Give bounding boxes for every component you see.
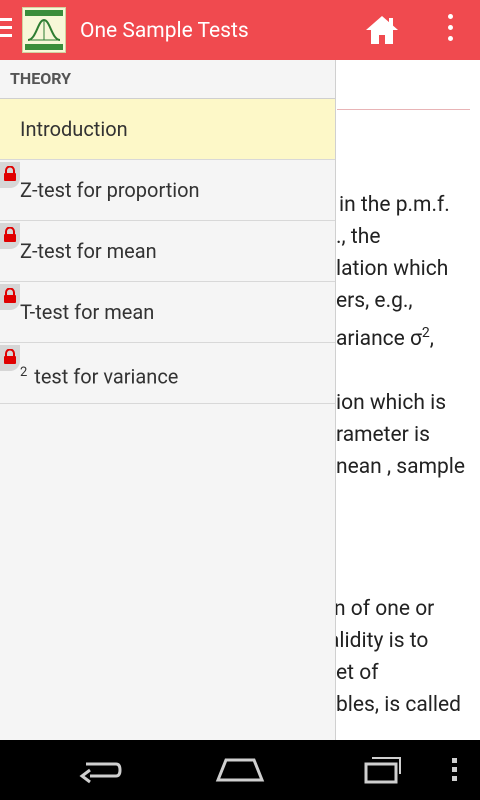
home-nav-icon[interactable] (214, 754, 266, 786)
content-line: ariance σ (336, 327, 422, 351)
drawer-item-label: Z-test for mean (20, 239, 157, 263)
system-nav-bar (0, 740, 480, 800)
navigation-drawer: THEORY Introduction Z-test for proportio… (0, 60, 336, 740)
lock-icon (0, 223, 20, 249)
logo-top-band (25, 10, 63, 16)
app-bar: One Sample Tests (0, 0, 480, 60)
overflow-menu-icon[interactable] (444, 14, 456, 46)
drawer-item-z-test-proportion[interactable]: Z-test for proportion (0, 160, 335, 221)
content-line: ., the (336, 225, 381, 249)
content-line: on of one or (322, 597, 435, 621)
content-line: ers, e.g., (336, 289, 413, 313)
back-icon[interactable] (76, 754, 124, 786)
content-divider (337, 109, 470, 110)
comma: , (429, 327, 434, 351)
drawer-item-chi-square-variance[interactable]: 2 test for variance (0, 343, 335, 404)
content-line: ion which is (336, 391, 447, 415)
drawer-item-z-test-mean[interactable]: Z-test for mean (0, 221, 335, 282)
nav-overflow-icon[interactable] (452, 758, 458, 781)
app-title: One Sample Tests (80, 19, 249, 43)
superscript: 2 (421, 325, 430, 341)
home-icon[interactable] (364, 14, 400, 46)
content-line: et of (336, 661, 379, 685)
content-line: g in the p.m.f. (322, 193, 450, 217)
content-line: alidity is to (328, 629, 429, 653)
drawer-item-label: Introduction (20, 117, 128, 141)
content-line-variance: ariance σ2, (336, 317, 434, 355)
menu-icon[interactable] (0, 18, 14, 42)
superscript: 2 (20, 365, 28, 380)
content-line: rameter is (336, 423, 430, 447)
drawer-item-t-test-mean[interactable]: T-test for mean (0, 282, 335, 343)
app-logo[interactable] (22, 7, 66, 53)
recent-apps-icon[interactable] (356, 754, 404, 786)
bell-curve-icon (27, 18, 61, 41)
lock-icon (0, 345, 20, 371)
lock-icon (0, 284, 20, 310)
content-line: lation which (336, 257, 449, 281)
drawer-item-label: Z-test for proportion (20, 178, 200, 202)
content-line: bles, is called (336, 693, 461, 717)
lock-icon (0, 162, 20, 188)
logo-bottom-band (25, 44, 63, 50)
drawer-item-introduction[interactable]: Introduction (0, 99, 335, 160)
drawer-header: THEORY (0, 60, 335, 99)
drawer-item-label: test for variance (34, 364, 179, 389)
content-line: nean , sample (336, 455, 466, 479)
drawer-item-label: T-test for mean (20, 300, 155, 324)
